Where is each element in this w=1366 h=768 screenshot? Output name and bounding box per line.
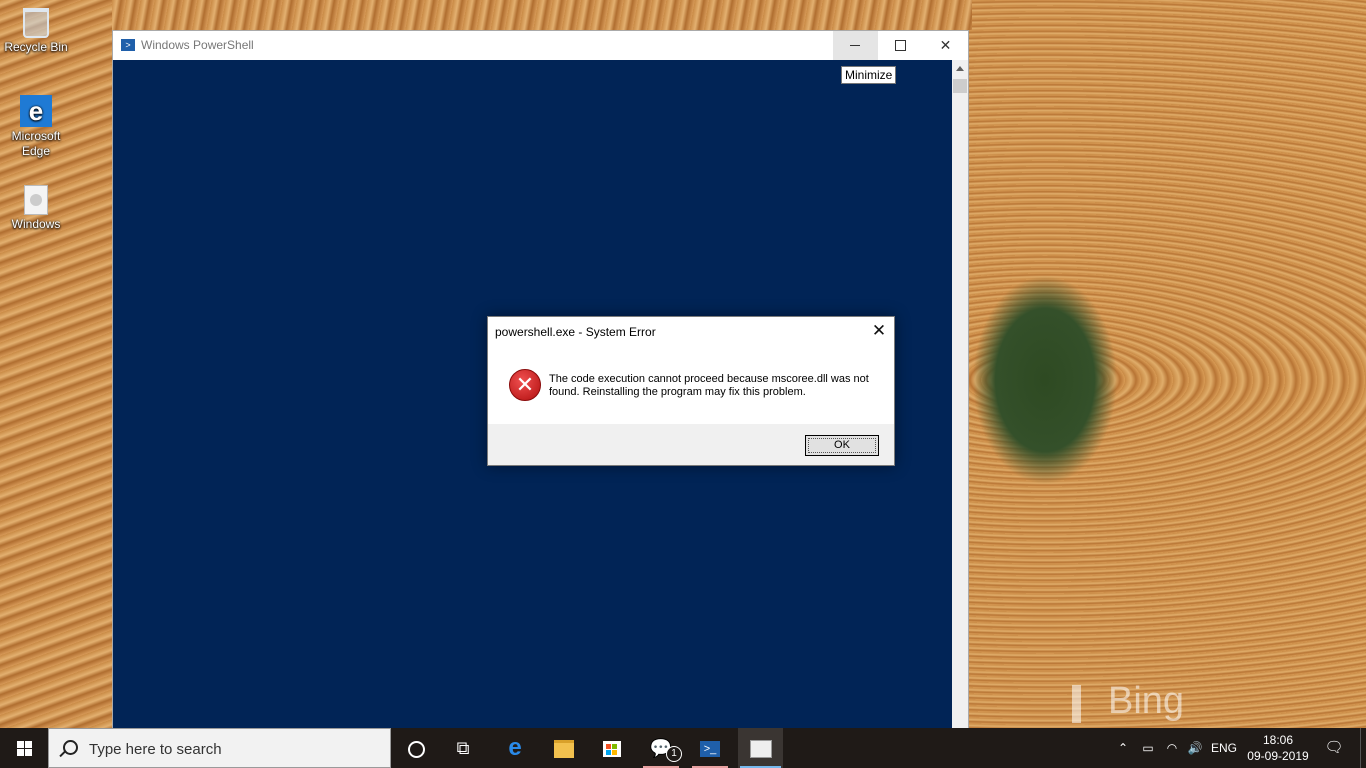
taskbar-store-button[interactable] bbox=[592, 728, 632, 768]
desktop-icon-edge[interactable]: e Microsoft Edge bbox=[2, 95, 70, 159]
search-placeholder: Type here to search bbox=[89, 741, 222, 758]
start-button[interactable] bbox=[0, 728, 48, 768]
taskbar-feedback-hub-button[interactable]: 💬 1 bbox=[641, 728, 682, 768]
task-view-button[interactable]: ⧉ bbox=[443, 728, 483, 768]
powershell-icon: > bbox=[121, 39, 135, 51]
taskbar-file-explorer-button[interactable] bbox=[544, 728, 584, 768]
clock-date: 09-09-2019 bbox=[1247, 749, 1309, 763]
windows-logo-icon bbox=[17, 741, 32, 756]
taskbar: Type here to search ⧉ e 💬 1 >_ ⌃ ▭ ◠ 🔊 E… bbox=[0, 728, 1366, 768]
close-button[interactable]: ✕ bbox=[923, 31, 968, 60]
cortana-circle-icon bbox=[407, 740, 425, 758]
desktop-icon-label: Recycle Bin bbox=[4, 40, 68, 54]
edge-icon: e bbox=[508, 734, 522, 761]
window-titlebar[interactable]: > Windows PowerShell ✕ bbox=[113, 31, 968, 60]
taskbar-error-dialog-button[interactable] bbox=[738, 728, 783, 768]
cortana-button[interactable] bbox=[396, 728, 436, 768]
system-clock[interactable]: 18:06 09-09-2019 bbox=[1242, 732, 1314, 764]
desktop-icon-label: Windows bbox=[11, 217, 61, 231]
recycle-bin-icon bbox=[23, 8, 49, 38]
action-center-icon[interactable]: 🗨 bbox=[1320, 728, 1348, 768]
dialog-close-button[interactable]: ✕ bbox=[868, 320, 890, 342]
scroll-up-arrow-icon[interactable] bbox=[956, 66, 964, 71]
document-icon bbox=[24, 185, 48, 215]
taskbar-powershell-button[interactable]: >_ bbox=[690, 728, 730, 768]
scroll-thumb[interactable] bbox=[953, 79, 967, 93]
store-icon bbox=[603, 741, 621, 758]
notification-badge: 1 bbox=[666, 746, 682, 762]
show-desktop-button[interactable] bbox=[1360, 728, 1366, 768]
window-icon bbox=[749, 740, 772, 759]
desktop-icon-label: Microsoft Edge bbox=[11, 129, 61, 158]
system-error-dialog: powershell.exe - System Error ✕ ✕ The co… bbox=[487, 316, 895, 466]
vertical-scrollbar[interactable] bbox=[952, 60, 968, 728]
minimize-button[interactable] bbox=[833, 31, 878, 60]
wallpaper bbox=[112, 0, 972, 30]
desktop-icon-windows[interactable]: Windows bbox=[2, 185, 70, 232]
error-message: The code execution cannot proceed becaus… bbox=[549, 373, 869, 398]
show-hidden-icons-chevron-icon[interactable]: ⌃ bbox=[1113, 728, 1133, 768]
ok-button[interactable]: OK bbox=[805, 435, 879, 456]
bing-text: Bing bbox=[1108, 680, 1185, 722]
window-title: Windows PowerShell bbox=[141, 38, 254, 52]
clock-time: 18:06 bbox=[1262, 733, 1294, 747]
edge-icon: e bbox=[20, 95, 52, 127]
volume-icon[interactable]: 🔊 bbox=[1185, 728, 1205, 768]
wifi-icon[interactable]: ◠ bbox=[1162, 728, 1182, 768]
folder-icon bbox=[554, 740, 574, 759]
battery-icon[interactable]: ▭ bbox=[1138, 728, 1158, 768]
taskbar-edge-button[interactable]: e bbox=[495, 728, 535, 768]
maximize-button[interactable] bbox=[878, 31, 923, 60]
input-language[interactable]: ENG bbox=[1210, 728, 1238, 768]
minimize-tooltip: Minimize bbox=[841, 66, 897, 84]
dialog-title: powershell.exe - System Error bbox=[495, 325, 656, 339]
desktop-icon-recycle-bin[interactable]: Recycle Bin bbox=[2, 8, 70, 55]
search-icon bbox=[63, 740, 78, 755]
bing-watermark: Bing bbox=[1072, 680, 1184, 723]
task-view-icon: ⧉ bbox=[456, 738, 470, 758]
taskbar-search-box[interactable]: Type here to search bbox=[48, 728, 391, 768]
error-icon: ✕ bbox=[509, 369, 541, 401]
dialog-button-bar: OK bbox=[488, 424, 894, 465]
bing-logo-icon bbox=[1072, 685, 1098, 723]
powershell-icon: >_ bbox=[700, 741, 720, 758]
